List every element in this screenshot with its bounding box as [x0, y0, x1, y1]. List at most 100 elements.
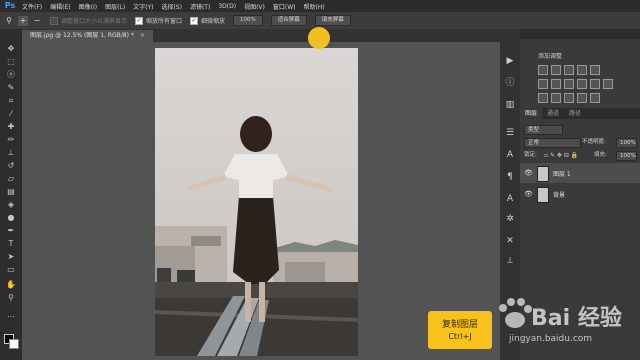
menu-layer[interactable]: 图层(L) [105, 2, 125, 11]
close-icon[interactable]: × [140, 32, 145, 39]
menu-edit[interactable]: 编辑(E) [50, 2, 70, 11]
scrubby-zoom-checkbox[interactable]: ✓ [190, 16, 199, 25]
resize-windows-option[interactable]: 调整窗口大小以满屏显示 [50, 16, 127, 25]
menu-view[interactable]: 视图(V) [244, 2, 265, 11]
tab-paths[interactable]: 路径 [564, 108, 586, 119]
lookup-icon[interactable] [603, 79, 613, 89]
layer-row[interactable]: 👁 背景 [520, 184, 640, 204]
brightness-icon[interactable] [538, 65, 548, 75]
document-image[interactable] [155, 48, 358, 356]
quick-select-icon[interactable]: ✎ [4, 82, 18, 93]
zoom-100-button[interactable]: 100% [233, 15, 263, 26]
properties-icon[interactable]: ☰ [504, 127, 516, 139]
brush-icon[interactable]: ✏ [4, 134, 18, 145]
menu-help[interactable]: 帮助(H) [304, 2, 325, 11]
zoom-out-icon[interactable]: − [32, 16, 42, 26]
background-color[interactable] [9, 339, 19, 349]
document-tab[interactable]: 图层.jpg @ 12.5% (图层 1, RGB/8) * × [22, 30, 153, 42]
menu-filter[interactable]: 滤镜(T) [190, 2, 210, 11]
posterize-icon[interactable] [551, 93, 561, 103]
fill-screen-button[interactable]: 填充屏幕 [314, 15, 351, 26]
watermark-url: jingyan.baidu.com [509, 334, 593, 344]
crop-icon[interactable]: ⌗ [4, 95, 18, 106]
info-icon[interactable]: ⓘ [504, 77, 516, 89]
path-select-icon[interactable]: ➤ [4, 251, 18, 262]
curves-icon[interactable] [564, 65, 574, 75]
blur-icon[interactable]: ◈ [4, 199, 18, 210]
zoom-tool-icon[interactable]: ⚲ [4, 16, 14, 26]
type-icon[interactable]: T [4, 238, 18, 249]
layer-thumbnail [537, 166, 549, 182]
invert-icon[interactable] [538, 93, 548, 103]
levels-icon[interactable] [551, 65, 561, 75]
scrubby-zoom-label: 细微缩放 [201, 18, 226, 25]
stamp-icon[interactable]: ⊥ [4, 147, 18, 158]
adjust-icon[interactable]: A [504, 193, 516, 205]
more-tools-icon[interactable]: … [4, 309, 18, 320]
gradient-map-icon[interactable] [590, 93, 600, 103]
menu-image[interactable]: 图像(I) [79, 2, 97, 11]
tab-layers[interactable]: 图层 [520, 108, 543, 119]
menu-file[interactable]: 文件(F) [22, 2, 42, 11]
play-icon[interactable]: ▶ [504, 55, 516, 67]
adjustments-panel-header [520, 29, 640, 39]
gradient-icon[interactable]: ▤ [4, 186, 18, 197]
clone-source-icon[interactable]: ⟂ [504, 255, 516, 267]
opacity-label: 不透明度: [582, 139, 606, 145]
photo-filter-icon[interactable] [577, 79, 587, 89]
tools-panel: ✥ ⬚ ⓞ ✎ ⌗ ⁄ ✚ ✏ ⊥ ↺ ▱ ▤ ◈ ● ✒ T ➤ ▭ ✋ ⚲ … [0, 29, 22, 360]
histogram-icon[interactable]: ▥ [504, 99, 516, 111]
threshold-icon[interactable] [564, 93, 574, 103]
eraser-icon[interactable]: ▱ [4, 173, 18, 184]
zoom-in-icon[interactable]: + [18, 15, 28, 26]
layer-row[interactable]: 👁 图层 1 [520, 163, 640, 183]
hand-icon[interactable]: ✋ [4, 279, 18, 290]
opacity-input[interactable]: 100% [616, 138, 637, 148]
eye-icon[interactable]: 👁 [524, 190, 533, 198]
rectangle-icon[interactable]: ▭ [4, 264, 18, 275]
cursor-highlight [308, 27, 330, 49]
move-icon[interactable]: ✥ [4, 43, 18, 54]
tools-icon[interactable]: ✲ [504, 213, 516, 225]
zoom-all-windows-label: 缩放所有窗口 [146, 18, 183, 25]
fill-label: 填充: [594, 152, 607, 158]
fit-screen-button[interactable]: 适合屏幕 [270, 15, 307, 26]
marquee-icon[interactable]: ⬚ [4, 56, 18, 67]
blend-mode-select[interactable]: 正常 [524, 138, 581, 148]
menu-select[interactable]: 选择(S) [161, 2, 182, 11]
character-icon[interactable]: A [504, 149, 516, 161]
exposure-icon[interactable] [577, 65, 587, 75]
brush-preset-icon[interactable]: ✕ [504, 235, 516, 247]
vibrance-icon[interactable] [590, 65, 600, 75]
adjustments-title: 添加调整 [538, 53, 563, 60]
zoom-icon[interactable]: ⚲ [4, 292, 18, 303]
zoom-all-windows-checkbox[interactable]: ✓ [135, 16, 144, 25]
scrubby-zoom-option[interactable]: ✓ 细微缩放 [190, 16, 225, 25]
history-brush-icon[interactable]: ↺ [4, 160, 18, 171]
layer-name: 背景 [553, 192, 566, 199]
pen-icon[interactable]: ✒ [4, 225, 18, 236]
tab-channels[interactable]: 通道 [542, 108, 564, 119]
lock-icons[interactable]: ▫ ✎ ✥ ⊟ 🔒 [544, 151, 578, 160]
menu-type[interactable]: 文字(Y) [133, 2, 153, 11]
selective-color-icon[interactable] [577, 93, 587, 103]
healing-icon[interactable]: ✚ [4, 121, 18, 132]
channel-mixer-icon[interactable] [590, 79, 600, 89]
layer-name: 图层 1 [553, 171, 571, 178]
layer-filter-select[interactable]: 类型 [524, 125, 563, 135]
lasso-icon[interactable]: ⓞ [4, 69, 18, 80]
zoom-all-windows-option[interactable]: ✓ 缩放所有窗口 [135, 16, 182, 25]
hue-icon[interactable] [538, 79, 548, 89]
bw-icon[interactable] [564, 79, 574, 89]
eye-icon[interactable]: 👁 [524, 169, 533, 177]
resize-windows-checkbox[interactable] [50, 16, 58, 25]
menu-window[interactable]: 窗口(W) [273, 2, 296, 11]
menu-3d[interactable]: 3D(D) [218, 3, 236, 10]
dodge-icon[interactable]: ● [4, 212, 18, 223]
color-balance-icon[interactable] [551, 79, 561, 89]
paw-logo-icon [499, 298, 532, 328]
adjustments-row-1 [538, 65, 603, 75]
paragraph-icon[interactable]: ¶ [504, 171, 516, 183]
fill-input[interactable]: 100% [616, 151, 637, 161]
eyedropper-icon[interactable]: ⁄ [4, 108, 18, 119]
